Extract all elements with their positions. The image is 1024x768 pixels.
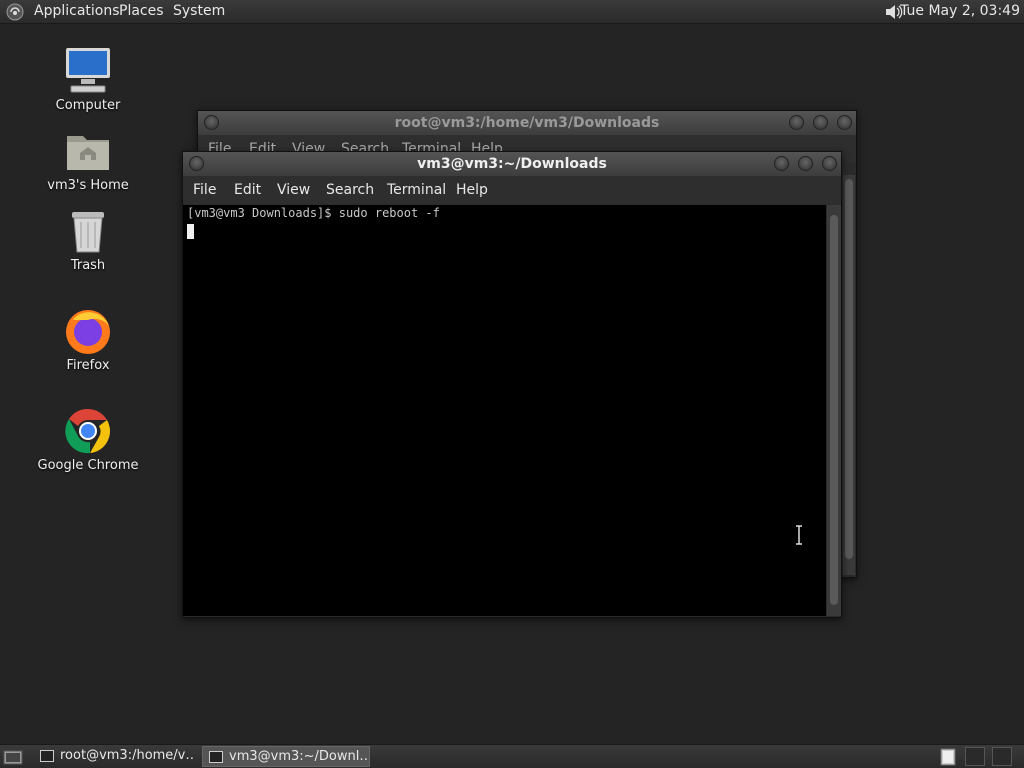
workspace-1[interactable] [965, 747, 985, 766]
maximize-button[interactable] [798, 156, 813, 171]
terminal-command-line: [vm3@vm3 Downloads]$ sudo reboot -f [187, 206, 440, 220]
menu-terminal[interactable]: Terminal [387, 182, 446, 198]
minimize-button[interactable] [774, 156, 789, 171]
gnome-foot-icon[interactable] [5, 2, 25, 22]
scrollbar[interactable] [827, 205, 841, 616]
desktop-icon-label: Trash [70, 258, 106, 273]
trash-applet-icon[interactable] [940, 748, 956, 766]
user-terminal-window[interactable]: vm3@vm3:~/Downloads File Edit View Searc… [182, 151, 842, 618]
desktop-icon-label: Google Chrome [37, 458, 139, 473]
desktop-icon-chrome[interactable]: Google Chrome [33, 406, 143, 473]
terminal-icon [40, 750, 54, 762]
close-button[interactable] [837, 115, 852, 130]
menu-edit[interactable]: Edit [234, 182, 261, 198]
chrome-icon [65, 408, 111, 454]
maximize-button[interactable] [813, 115, 828, 130]
desktop-icon-label: vm3's Home [47, 178, 129, 193]
desktop-icon-label: Firefox [66, 358, 110, 373]
taskbar-item-label: root@vm3:/home/v… [60, 748, 194, 763]
scrollbar-thumb[interactable] [830, 215, 838, 605]
minimize-button[interactable] [789, 115, 804, 130]
scrollbar[interactable] [843, 175, 855, 575]
top-panel: Applications Places System Tue May 2, 03… [0, 0, 1024, 24]
workspace-2[interactable] [992, 747, 1012, 766]
terminal-cursor [187, 224, 194, 239]
text-cursor-icon [796, 525, 802, 545]
menu-help[interactable]: Help [456, 182, 488, 198]
window-titlebar[interactable]: vm3@vm3:~/Downloads [183, 152, 841, 176]
desktop-icon-trash[interactable]: Trash [33, 206, 143, 273]
desktop-icon-label: Computer [55, 98, 121, 113]
applications-menu[interactable]: Applications [34, 3, 120, 19]
bottom-panel: root@vm3:/home/v… vm3@vm3:~/Downl… [0, 744, 1024, 768]
window-title: root@vm3:/home/vm3/Downloads [394, 115, 660, 131]
show-desktop-icon[interactable] [3, 748, 23, 765]
system-menu[interactable]: System [173, 3, 225, 19]
desktop-icon-computer[interactable]: Computer [33, 46, 143, 113]
scrollbar-thumb[interactable] [845, 179, 853, 559]
terminal-area[interactable]: [vm3@vm3 Downloads]$ sudo reboot -f [183, 205, 826, 616]
window-menubar: File Edit View Search Terminal Help [183, 176, 841, 204]
menu-view[interactable]: View [277, 182, 310, 198]
taskbar-item-label: vm3@vm3:~/Downl… [229, 749, 370, 764]
clock[interactable]: Tue May 2, 03:49 [900, 3, 1020, 19]
taskbar-item-root-terminal[interactable]: root@vm3:/home/v… [34, 746, 194, 767]
trash-icon [72, 212, 104, 253]
terminal-icon [209, 751, 223, 763]
menu-search[interactable]: Search [326, 182, 374, 198]
places-menu[interactable]: Places [119, 3, 164, 19]
desktop-icon-home[interactable]: vm3's Home [33, 126, 143, 193]
close-button[interactable] [822, 156, 837, 171]
menu-file[interactable]: File [193, 182, 216, 198]
home-folder-icon [67, 136, 109, 170]
window-title: vm3@vm3:~/Downloads [417, 156, 607, 172]
taskbar-item-user-terminal[interactable]: vm3@vm3:~/Downl… [202, 746, 370, 767]
window-titlebar[interactable]: root@vm3:/home/vm3/Downloads [198, 111, 856, 135]
firefox-icon [66, 310, 110, 354]
desktop-icon-firefox[interactable]: Firefox [33, 306, 143, 373]
computer-icon [66, 48, 110, 93]
